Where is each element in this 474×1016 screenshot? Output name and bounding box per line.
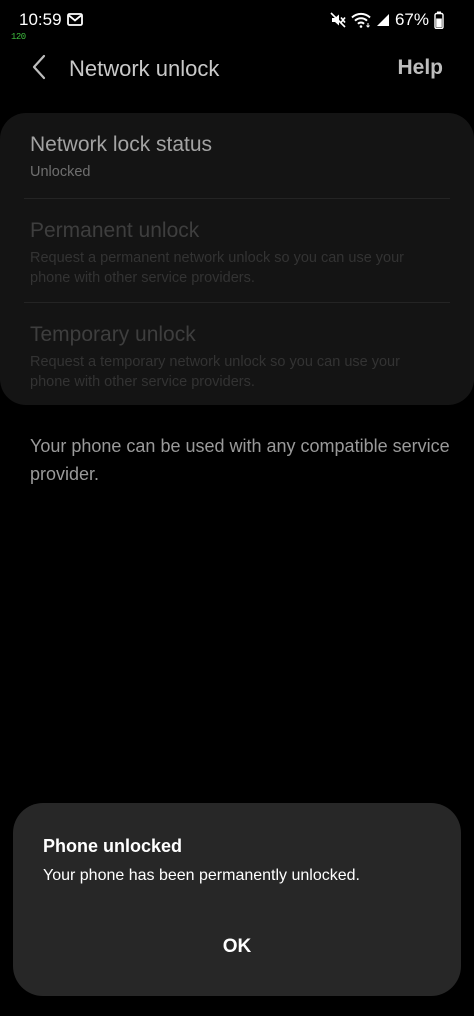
item-subtitle: Unlocked — [30, 164, 91, 180]
app-bar: Network unlock Help — [0, 44, 474, 94]
item-title: Permanent unlock — [30, 219, 200, 242]
status-bar: 10:59 120 67% — [0, 0, 474, 42]
divider — [24, 302, 450, 303]
page-title: Network unlock — [69, 56, 220, 81]
mute-icon — [330, 12, 346, 28]
wifi-icon — [351, 12, 371, 28]
battery-icon — [434, 11, 444, 29]
ok-button[interactable]: OK — [13, 925, 461, 969]
item-subtitle: Request a permanent network unlock so yo… — [30, 250, 404, 286]
chevron-left-icon — [31, 54, 47, 85]
status-time: 10:59 — [19, 10, 62, 29]
item-title: Temporary unlock — [30, 323, 196, 346]
battery-percent: 67% — [394, 10, 429, 29]
status-icons: 67% — [330, 10, 444, 30]
refresh-rate-indicator: 120 — [11, 32, 26, 42]
settings-card: Network lock status Unlocked Permanent u… — [0, 113, 474, 405]
info-text: Your phone can be used with any compatib… — [30, 436, 450, 484]
signal-icon — [376, 13, 390, 27]
permanent-unlock-item[interactable]: Permanent unlock Request a permanent net… — [30, 217, 444, 288]
dialog-title: Phone unlocked — [43, 836, 183, 856]
mail-icon — [67, 13, 83, 26]
item-subtitle: Request a temporary network unlock so yo… — [30, 354, 400, 390]
temporary-unlock-item[interactable]: Temporary unlock Request a temporary net… — [30, 321, 444, 392]
network-lock-status-item[interactable]: Network lock status Unlocked — [30, 131, 444, 182]
phone-unlocked-dialog: Phone unlocked Your phone has been perma… — [13, 803, 461, 996]
item-title: Network lock status — [30, 133, 213, 156]
dialog-message: Your phone has been permanently unlocked… — [43, 867, 360, 884]
help-button[interactable]: Help — [397, 56, 443, 80]
divider — [24, 198, 450, 199]
back-button[interactable] — [22, 52, 56, 86]
